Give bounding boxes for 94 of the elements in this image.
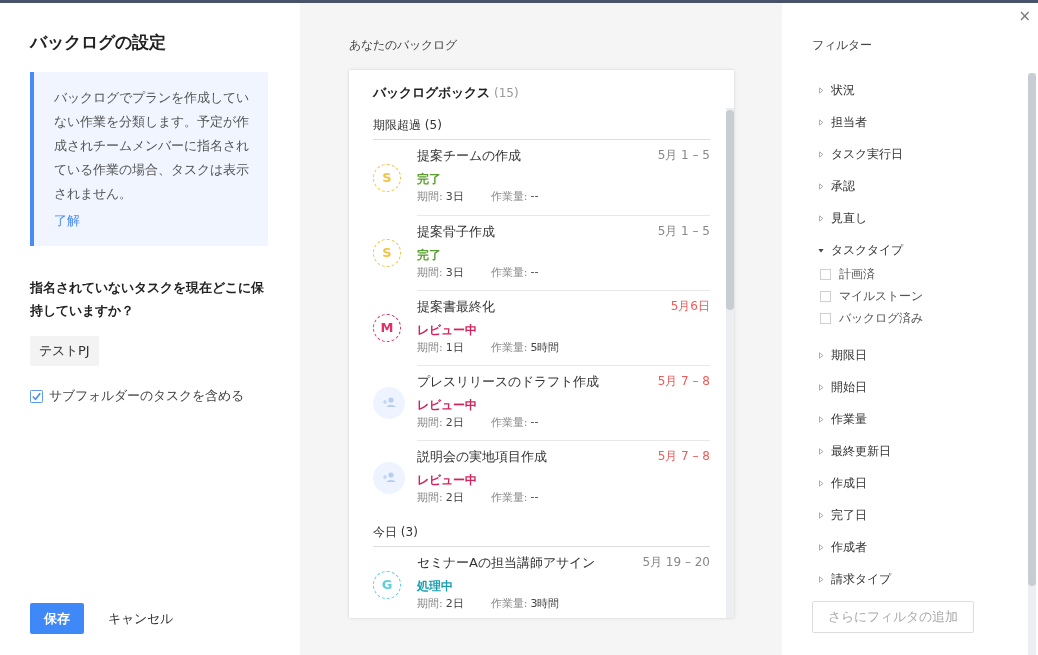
- caret-right-icon: [818, 351, 824, 359]
- scrollbar[interactable]: [726, 108, 734, 618]
- effort-value: --: [530, 189, 539, 204]
- task-status: レビュー中: [417, 322, 478, 339]
- box-count: (15): [494, 86, 519, 100]
- period-label: 期間:: [417, 415, 443, 430]
- task-date: 5月 19 – 20: [642, 554, 710, 571]
- period-value: 3日: [445, 189, 464, 204]
- task-name[interactable]: 説明会の実地項目作成: [417, 448, 547, 466]
- filter-item[interactable]: 見直し: [818, 202, 1028, 234]
- effort-label: 作業量:: [490, 415, 528, 430]
- filter-item[interactable]: タスクタイプ: [818, 234, 1028, 266]
- checkbox[interactable]: [820, 268, 831, 280]
- period-value: 2日: [445, 596, 464, 611]
- checkbox-label: バックログ済み: [839, 309, 923, 327]
- question-text: 指名されていないタスクを現在どこに保持していますか？: [30, 279, 265, 320]
- add-person-icon: [373, 386, 405, 419]
- group-heading: 今日 (3): [373, 519, 710, 547]
- location-button[interactable]: テストPJ: [30, 336, 99, 366]
- effort-label: 作業量:: [490, 340, 528, 355]
- caret-right-icon: [818, 543, 824, 551]
- period-label: 期間:: [417, 490, 443, 505]
- info-text: バックログでプランを作成していない作業を分類します。予定が作成されチームメンバーに指名されている作業の場合、タスクは表示されません。: [54, 89, 250, 203]
- add-person-icon: [373, 461, 405, 494]
- effort-value: 3時間: [530, 596, 560, 611]
- task-name[interactable]: プレスリリースのドラフト作成: [417, 373, 599, 391]
- effort-label: 作業量:: [490, 265, 528, 280]
- filter-item[interactable]: 完了日: [818, 499, 1028, 531]
- caret-right-icon: [818, 182, 824, 190]
- task-status: 完了: [417, 171, 442, 188]
- checkbox[interactable]: [820, 290, 831, 302]
- task-date: 5月6日: [670, 298, 710, 315]
- filter-title: フィルター: [812, 37, 873, 54]
- task-name[interactable]: 提案書最終化: [417, 298, 495, 316]
- period-value: 2日: [445, 415, 464, 430]
- task-name[interactable]: 提案骨子作成: [417, 223, 495, 241]
- effort-label: 作業量:: [490, 596, 528, 611]
- filter-item[interactable]: 作業量: [818, 403, 1028, 435]
- period-value: 3日: [445, 265, 464, 280]
- cancel-button[interactable]: キャンセル: [108, 609, 173, 628]
- filter-item[interactable]: 期限日: [818, 339, 1028, 371]
- filter-item[interactable]: 開始日: [818, 371, 1028, 403]
- period-value: 1日: [445, 340, 464, 355]
- caret-right-icon: [818, 383, 824, 391]
- task-name[interactable]: セミナーAの担当講師アサイン: [417, 554, 595, 572]
- caret-right-icon: [818, 479, 824, 487]
- caret-right-icon: [818, 511, 824, 519]
- checkbox-label: マイルストーン: [839, 287, 923, 305]
- group-heading: 期限超過 (5): [373, 112, 710, 140]
- task-status: レビュー中: [417, 472, 478, 489]
- filter-item[interactable]: 最終更新日: [818, 435, 1028, 467]
- period-label: 期間:: [417, 596, 443, 611]
- caret-right-icon: [818, 118, 824, 126]
- checkbox-label: サブフォルダーのタスクを含める: [49, 387, 244, 405]
- panel-title: バックログの設定: [30, 31, 167, 54]
- period-label: 期間:: [417, 189, 443, 204]
- filter-item[interactable]: 請求タイプ: [818, 563, 1028, 595]
- filter-item[interactable]: 作成者: [818, 531, 1028, 563]
- checkbox-label: 計画済: [839, 265, 875, 283]
- caret-right-icon: [818, 447, 824, 455]
- caret-right-icon: [818, 150, 824, 158]
- caret-down-icon: [818, 246, 824, 254]
- filter-item[interactable]: タスク実行日: [818, 138, 1028, 170]
- task-date: 5月 7 – 8: [657, 373, 710, 390]
- box-title: バックログボックス: [373, 85, 490, 100]
- effort-label: 作業量:: [490, 490, 528, 505]
- close-button[interactable]: ×: [1018, 7, 1031, 25]
- task-date: 5月 1 – 5: [657, 147, 710, 164]
- period-label: 期間:: [417, 340, 443, 355]
- caret-right-icon: [818, 415, 824, 423]
- effort-value: 5時間: [530, 340, 560, 355]
- filter-item[interactable]: 状況: [818, 74, 1028, 106]
- checkbox[interactable]: [30, 389, 43, 403]
- task-date: 5月 7 – 8: [657, 448, 710, 465]
- effort-label: 作業量:: [490, 189, 528, 204]
- period-value: 2日: [445, 490, 464, 505]
- filter-item[interactable]: 担当者: [818, 106, 1028, 138]
- section-heading: あなたのバックログ: [349, 37, 458, 54]
- effort-value: --: [530, 265, 539, 280]
- task-status: レビュー中: [417, 397, 478, 414]
- filter-item[interactable]: 作成日: [818, 467, 1028, 499]
- caret-right-icon: [818, 214, 824, 222]
- period-label: 期間:: [417, 265, 443, 280]
- effort-value: --: [530, 490, 539, 505]
- filter-item[interactable]: 承認: [818, 170, 1028, 202]
- caret-right-icon: [818, 575, 824, 583]
- task-status: 完了: [417, 247, 442, 264]
- checkbox[interactable]: [820, 312, 831, 324]
- task-status: 処理中: [417, 578, 454, 595]
- caret-right-icon: [818, 86, 824, 94]
- task-name[interactable]: 提案チームの作成: [417, 147, 521, 165]
- scrollbar[interactable]: [1028, 73, 1036, 655]
- task-date: 5月 1 – 5: [657, 223, 710, 240]
- effort-value: --: [530, 415, 539, 430]
